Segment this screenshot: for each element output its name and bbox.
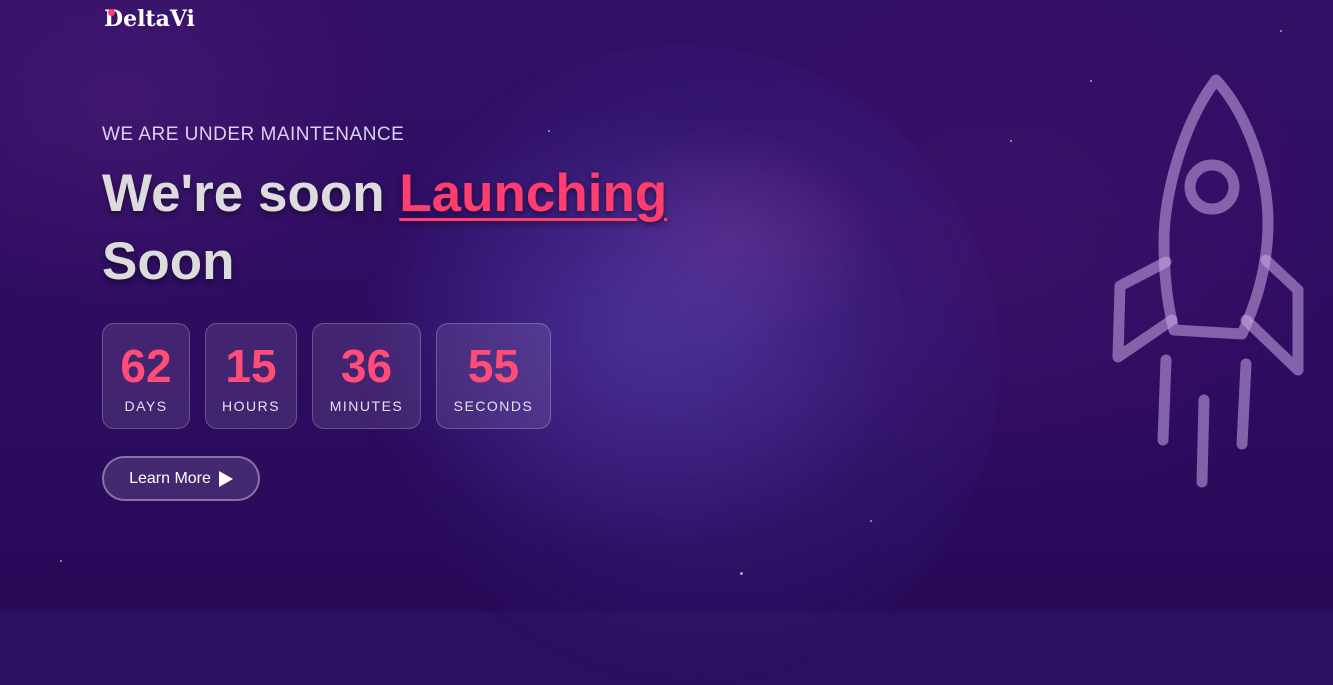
countdown-minutes: 36 MINUTES (312, 323, 421, 429)
learn-more-button[interactable]: Learn More (102, 456, 260, 501)
maintenance-kicker: WE ARE UNDER MAINTENANCE (102, 124, 405, 145)
countdown-hours-label: HOURS (221, 398, 281, 414)
star (740, 572, 743, 575)
headline-accent: Launching (399, 164, 668, 223)
countdown-days-label: DAYS (124, 398, 168, 414)
countdown-timer: 62 DAYS 15 HOURS 36 MINUTES 55 SECONDS (102, 323, 551, 429)
logo[interactable]: DeltaVi (104, 6, 195, 32)
countdown-days: 62 DAYS (102, 323, 190, 429)
rocket-exhaust-center (1196, 394, 1210, 488)
logo-text: DeltaVi (104, 6, 195, 32)
countdown-seconds-value: 55 (467, 340, 520, 392)
rocket-exhaust-left (1157, 354, 1172, 446)
headline-part2: Soon (102, 232, 235, 291)
rocket-exhaust-right (1236, 358, 1252, 450)
play-icon (218, 470, 233, 487)
countdown-hours: 15 HOURS (205, 323, 297, 429)
countdown-seconds: 55 SECONDS (436, 323, 551, 429)
page-title: We're soon Launching Soon (102, 160, 667, 296)
headline-part1: We're soon (102, 164, 400, 223)
countdown-minutes-label: MINUTES (329, 398, 404, 414)
rocket-icon (1112, 74, 1304, 488)
rocket-window (1184, 159, 1240, 215)
learn-more-label: Learn More (129, 469, 211, 487)
star (60, 560, 62, 562)
star (1010, 140, 1012, 142)
countdown-days-value: 62 (120, 340, 172, 392)
star (1090, 80, 1092, 82)
star (548, 130, 550, 132)
countdown-seconds-label: SECONDS (453, 398, 534, 414)
logo-dot (108, 9, 115, 16)
countdown-hours-value: 15 (225, 340, 277, 392)
countdown-minutes-value: 36 (340, 340, 393, 392)
star (870, 520, 872, 522)
star (1280, 30, 1282, 32)
